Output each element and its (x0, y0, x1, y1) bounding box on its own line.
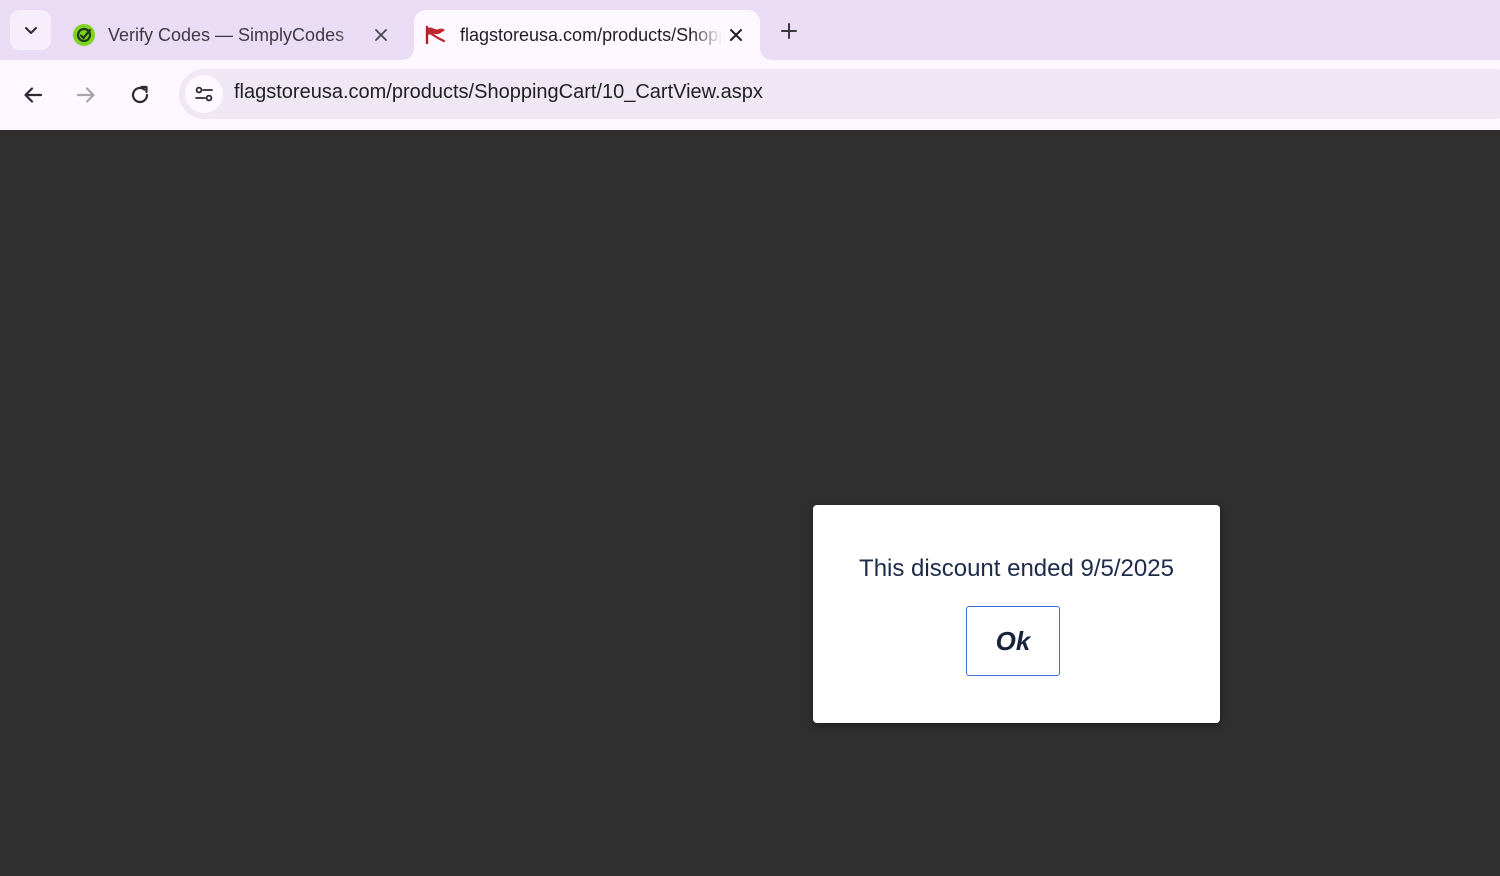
page-content: This discount ended 9/5/2025 Ok (0, 130, 1500, 876)
tab-title: flagstoreusa.com/products/ShoppingCart/1… (460, 24, 722, 45)
tab-simplycodes[interactable]: Verify Codes — SimplyCodes (60, 10, 405, 60)
arrow-right-icon (76, 87, 95, 103)
url-text[interactable]: flagstoreusa.com/products/ShoppingCart/1… (234, 81, 763, 104)
close-icon[interactable] (367, 21, 395, 49)
tab-flagstore[interactable]: flagstoreusa.com/products/ShoppingCart/1… (414, 10, 760, 60)
browser-toolbar: flagstoreusa.com/products/ShoppingCart/1… (0, 60, 1500, 130)
tab-title: Verify Codes — SimplyCodes (108, 24, 345, 45)
site-info-button[interactable] (185, 75, 223, 113)
plus-icon (781, 23, 797, 39)
forward-button[interactable] (67, 76, 105, 114)
chevron-down-icon (24, 27, 37, 34)
close-icon[interactable] (722, 21, 750, 49)
address-bar[interactable]: flagstoreusa.com/products/ShoppingCart/1… (179, 69, 1500, 119)
reload-icon (131, 85, 149, 104)
back-button[interactable] (14, 76, 52, 114)
ok-button[interactable]: Ok (966, 606, 1060, 676)
tab-strip: Verify Codes — SimplyCodes flagstoreusa.… (0, 0, 1500, 60)
tune-icon (195, 86, 213, 102)
new-tab-button[interactable] (771, 16, 807, 46)
arrow-left-icon (24, 87, 43, 103)
discount-alert-dialog: This discount ended 9/5/2025 Ok (813, 505, 1220, 723)
dialog-message: This discount ended 9/5/2025 (859, 555, 1174, 582)
simplycodes-logo-icon (72, 23, 96, 47)
browser-window: Verify Codes — SimplyCodes flagstoreusa.… (0, 0, 1500, 876)
flagstore-logo-icon (424, 23, 448, 47)
reload-button[interactable] (121, 76, 159, 114)
tab-search-button[interactable] (10, 10, 51, 50)
